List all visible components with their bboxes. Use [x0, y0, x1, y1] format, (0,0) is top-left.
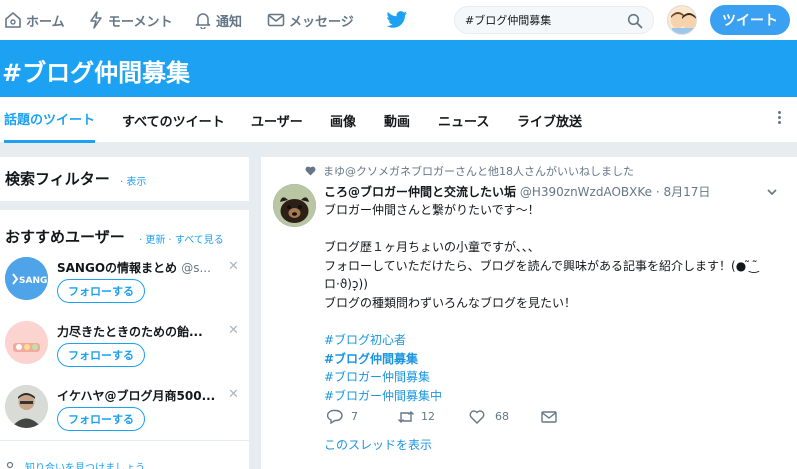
heart-icon: [305, 166, 316, 176]
suggested-user-name[interactable]: 力尽きたときのための飴...: [57, 323, 217, 340]
nav-moments-label: モーメント: [108, 14, 173, 30]
who-to-follow-links[interactable]: · 更新 · すべて見る: [139, 231, 224, 246]
tweet-line: ブログ歴１ヶ月ちょいの小童ですが、、、: [324, 240, 540, 255]
search-input[interactable]: [465, 13, 625, 27]
search-tabs: 話題のツイート すべてのツイート ユーザー 画像 動画 ニュース ライブ放送: [0, 97, 797, 143]
profile-avatar[interactable]: [667, 5, 697, 35]
nav-moments[interactable]: モーメント: [88, 0, 172, 40]
avatar-illustration: [668, 6, 696, 34]
direct-message-button[interactable]: [541, 410, 557, 424]
suggested-user-name[interactable]: SANGOの情報まとめ @s...: [57, 259, 217, 276]
show-thread-link[interactable]: このスレッドを表示: [324, 436, 432, 453]
follow-button[interactable]: フォローする: [57, 407, 145, 431]
nav-home-label: ホーム: [26, 14, 65, 30]
find-friends-label: 知り合いを見つけましょう: [25, 463, 145, 469]
twitter-bird-icon[interactable]: [386, 10, 408, 30]
hashtag-link[interactable]: #ブロガー仲間募集中: [324, 387, 784, 406]
avatar[interactable]: SANGO: [5, 257, 48, 300]
hashtag-link[interactable]: #ブロガー仲間募集: [324, 368, 784, 387]
candy-illustration: [5, 321, 48, 364]
tweet-author-avatar[interactable]: [273, 184, 316, 227]
search-box[interactable]: [454, 6, 654, 34]
people-icon: [6, 461, 14, 469]
search-filter-title: 検索フィルター: [5, 170, 110, 188]
envelope-icon: [267, 13, 285, 27]
person-photo: [5, 385, 48, 428]
dismiss-icon[interactable]: ✕: [228, 323, 239, 338]
tweet-line: [324, 220, 784, 239]
follow-button[interactable]: フォローする: [57, 343, 145, 367]
who-to-follow-title: おすすめユーザー: [5, 228, 125, 246]
nav-notifications[interactable]: 通知: [194, 0, 242, 40]
tweet-text: ブロガー仲間さんと繋がりたいです～！ ブログ歴１ヶ月ちょいの小童ですが、、、 フ…: [324, 201, 784, 406]
tab-people[interactable]: ユーザー: [251, 97, 303, 143]
follow-button[interactable]: フォローする: [57, 279, 145, 303]
nav-messages-label: メッセージ: [289, 14, 354, 30]
find-friends-link[interactable]: 知り合いを見つけましょう: [5, 459, 145, 469]
like-count: 68: [495, 410, 509, 423]
tweet-header: ころ@ブロガー仲間と交流したい垢 @H390znWzdAOBXKe · 8月17…: [324, 183, 710, 200]
suggested-user[interactable]: イケハヤ@ブログ月商500... ✕ フォローする: [0, 385, 249, 445]
reply-button[interactable]: 7: [327, 409, 397, 424]
top-navigation: ホーム モーメント 通知 メッセージ ツイート: [0, 0, 797, 40]
suggested-user[interactable]: SANGO SANGOの情報まとめ @s... ✕ フォローする: [0, 257, 249, 317]
tweet-line: ブログの種類問わずいろんなブログを見たい！: [324, 295, 577, 310]
tab-photos[interactable]: 画像: [330, 97, 356, 143]
more-options-icon[interactable]: [776, 109, 782, 129]
tweet-timestamp[interactable]: · 8月17日: [656, 185, 711, 199]
social-context[interactable]: まゆ@クソメガネブロガーさんと他18人さんがいいねしました: [305, 163, 634, 179]
suggested-user[interactable]: 力尽きたときのための飴... ✕ フォローする: [0, 321, 249, 381]
user-handle: @s...: [181, 261, 211, 275]
user-display-name: SANGOの情報まとめ: [57, 261, 178, 275]
tab-broadcasts[interactable]: ライブ放送: [517, 97, 582, 143]
tab-latest[interactable]: すべてのツイート: [122, 97, 225, 143]
tweet-actions: 7 12 68: [327, 409, 557, 424]
who-to-follow-panel: おすすめユーザー · 更新 · すべて見る SANGO SANGOの情報まとめ …: [0, 210, 249, 469]
envelope-icon: [541, 410, 557, 423]
nav-notifications-label: 通知: [216, 14, 243, 30]
divider: [0, 440, 249, 441]
reply-icon: [327, 409, 343, 424]
tweet-line: [324, 313, 784, 332]
bell-icon: [195, 13, 211, 29]
tab-videos[interactable]: 動画: [384, 97, 410, 143]
retweet-icon: [398, 410, 414, 423]
search-icon[interactable]: [627, 13, 643, 29]
tab-news[interactable]: ニュース: [438, 97, 489, 143]
dismiss-icon[interactable]: ✕: [228, 259, 239, 274]
like-button[interactable]: 68: [469, 409, 541, 424]
tweet-line: ブロガー仲間さんと繋がりたいです～！: [324, 203, 540, 217]
tweet-author-name[interactable]: ころ@ブロガー仲間と交流したい垢: [324, 185, 516, 199]
tweet-line: ロ·ϑ)ɔ͎)): [324, 277, 368, 292]
avatar[interactable]: [5, 321, 48, 364]
reply-count: 7: [351, 410, 358, 423]
dismiss-icon[interactable]: ✕: [228, 387, 239, 402]
tweet-author-handle[interactable]: @H390znWzdAOBXKe: [520, 185, 652, 199]
chevron-down-icon[interactable]: [766, 186, 778, 198]
retweet-count: 12: [421, 410, 435, 423]
avatar-logo-text: SANGO: [19, 276, 48, 286]
tweet-line: フォローしていただけたら、ブログを読んで興味がある記事を紹介します！(● ̃ ͜…: [324, 258, 758, 273]
tweet-button[interactable]: ツイート: [710, 5, 790, 35]
hashtag-link[interactable]: #ブログ初心者: [324, 331, 784, 350]
nav-home[interactable]: ホーム: [4, 0, 65, 40]
search-filter-panel: 検索フィルター · 表示: [0, 157, 249, 201]
suggested-user-name[interactable]: イケハヤ@ブログ月商500...: [57, 387, 217, 404]
search-filter-show-link[interactable]: · 表示: [120, 173, 146, 188]
avatar[interactable]: [5, 385, 48, 428]
sango-logo: SANGO: [5, 257, 48, 300]
lightning-icon: [90, 11, 102, 29]
heart-outline-icon: [469, 409, 485, 424]
search-banner: #ブログ仲間募集: [0, 40, 797, 97]
nav-messages[interactable]: メッセージ: [267, 0, 354, 40]
tab-top[interactable]: 話題のツイート: [4, 97, 96, 143]
dog-photo: [273, 184, 316, 227]
retweet-button[interactable]: 12: [397, 410, 469, 424]
hashtag-link[interactable]: #ブログ仲間募集: [324, 350, 784, 369]
liked-by-text: まゆ@クソメガネブロガーさんと他18人さんがいいねしました: [323, 165, 634, 178]
home-icon: [5, 11, 21, 28]
page-title: #ブログ仲間募集: [2, 59, 191, 87]
